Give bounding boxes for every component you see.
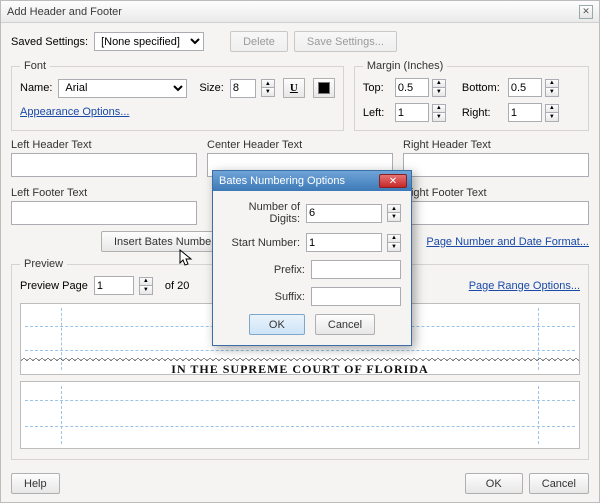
modal-ok-button[interactable]: OK <box>249 314 305 335</box>
left-header-label: Left Header Text <box>11 139 197 151</box>
save-settings-button[interactable]: Save Settings... <box>294 31 397 52</box>
page-range-options-link[interactable]: Page Range Options... <box>469 280 580 292</box>
prefix-label: Prefix: <box>274 264 305 276</box>
start-number-input[interactable] <box>306 233 382 252</box>
bates-numbering-options-dialog: Bates Numbering Options ✕ Number of Digi… <box>212 170 412 346</box>
margin-legend: Margin (Inches) <box>363 60 447 72</box>
font-name-label: Name: <box>20 82 52 94</box>
page-number-date-format-link[interactable]: Page Number and Date Format... <box>426 236 589 248</box>
margin-right-input[interactable] <box>508 103 542 122</box>
right-footer-input[interactable] <box>403 201 589 225</box>
margin-left-input[interactable] <box>395 103 429 122</box>
preview-page-label: Preview Page <box>20 280 88 292</box>
center-header-label: Center Header Text <box>207 139 393 151</box>
digits-spinner[interactable]: ▲▼ <box>387 204 401 222</box>
font-size-spinner[interactable]: ▲▼ <box>261 79 275 97</box>
font-fieldset: Font Name: Arial Size: ▲▼ U Appearance O… <box>11 60 344 131</box>
right-header-input[interactable] <box>403 153 589 177</box>
number-of-digits-input[interactable] <box>306 204 382 223</box>
start-number-label: Start Number: <box>232 237 300 249</box>
suffix-input[interactable] <box>311 287 401 306</box>
modal-close-icon[interactable]: ✕ <box>379 174 407 188</box>
margin-top-label: Top: <box>363 82 391 94</box>
delete-button[interactable]: Delete <box>230 31 288 52</box>
saved-settings-label: Saved Settings: <box>11 36 88 48</box>
preview-page-input[interactable] <box>94 276 134 295</box>
suffix-label: Suffix: <box>275 291 305 303</box>
margin-top-spinner[interactable]: ▲▼ <box>432 79 446 97</box>
number-of-digits-label: Number of Digits: <box>223 201 300 225</box>
left-header-input[interactable] <box>11 153 197 177</box>
font-size-input[interactable] <box>230 79 256 98</box>
margin-right-label: Right: <box>462 107 504 119</box>
margin-top-input[interactable] <box>395 78 429 97</box>
start-spinner[interactable]: ▲▼ <box>387 234 401 252</box>
appearance-options-link[interactable]: Appearance Options... <box>20 106 129 118</box>
margin-bottom-label: Bottom: <box>462 82 504 94</box>
preview-document-text: IN THE SUPREME COURT OF FLORIDA <box>21 362 579 375</box>
font-size-label: Size: <box>199 82 223 94</box>
modal-title: Bates Numbering Options <box>219 175 345 187</box>
left-footer-label: Left Footer Text <box>11 187 197 199</box>
close-icon[interactable]: ✕ <box>579 5 593 19</box>
margin-left-spinner[interactable]: ▲▼ <box>432 104 446 122</box>
preview-canvas-bottom <box>20 381 580 449</box>
margin-bottom-input[interactable] <box>508 78 542 97</box>
margin-left-label: Left: <box>363 107 391 119</box>
left-footer-input[interactable] <box>11 201 197 225</box>
right-footer-label: Right Footer Text <box>403 187 589 199</box>
margin-bottom-spinner[interactable]: ▲▼ <box>545 79 559 97</box>
preview-legend: Preview <box>20 258 67 270</box>
font-name-select[interactable]: Arial <box>58 79 187 98</box>
modal-title-bar: Bates Numbering Options ✕ <box>213 171 411 191</box>
window-title: Add Header and Footer <box>7 6 122 18</box>
right-header-label: Right Header Text <box>403 139 589 151</box>
modal-cancel-button[interactable]: Cancel <box>315 314 375 335</box>
saved-settings-select[interactable]: [None specified] <box>94 32 204 51</box>
help-button[interactable]: Help <box>11 473 60 494</box>
ok-button[interactable]: OK <box>465 473 523 494</box>
title-bar: Add Header and Footer ✕ <box>1 1 599 23</box>
text-color-icon[interactable] <box>313 78 335 98</box>
font-legend: Font <box>20 60 50 72</box>
preview-page-total: of 20 <box>165 280 189 292</box>
cancel-button[interactable]: Cancel <box>529 473 589 494</box>
margin-fieldset: Margin (Inches) Top: ▲▼ Bottom: ▲▼ Left:… <box>354 60 589 131</box>
margin-right-spinner[interactable]: ▲▼ <box>545 104 559 122</box>
prefix-input[interactable] <box>311 260 401 279</box>
underline-icon[interactable]: U <box>283 78 305 98</box>
preview-page-spinner[interactable]: ▲▼ <box>139 277 153 295</box>
